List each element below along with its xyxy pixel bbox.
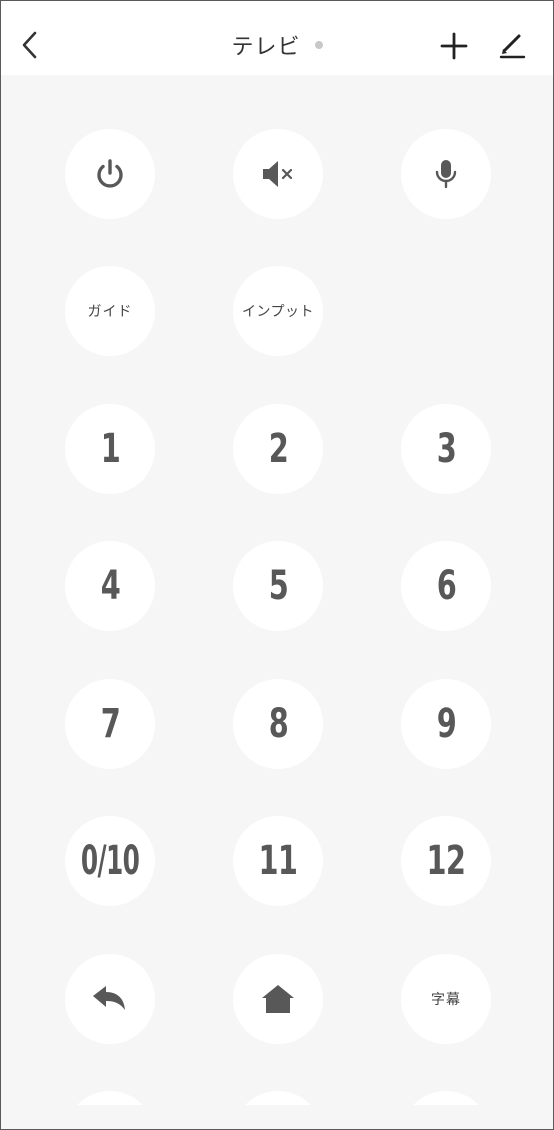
number-5-label: 5 (268, 563, 288, 609)
title-area: テレビ (1, 29, 553, 61)
home-icon (262, 985, 294, 1013)
subtitles-button[interactable]: 字幕 (401, 954, 491, 1044)
remote-keypad: ガイド インプット 1 2 3 4 5 6 7 8 9 0/10 11 12 字… (1, 75, 553, 1105)
pencil-icon (499, 34, 526, 59)
number-5-button[interactable]: 5 (233, 541, 323, 631)
app-window: テレビ ガイド インプット 1 2 3 4 5 6 7 8 9 0/10 11 … (0, 0, 554, 1130)
number-0-10-button[interactable]: 0/10 (65, 816, 155, 906)
number-3-button[interactable]: 3 (401, 404, 491, 494)
input-label: インプット (241, 304, 315, 320)
number-11-label: 11 (258, 838, 298, 884)
number-2-label: 2 (268, 426, 288, 472)
plus-icon (440, 32, 468, 60)
number-8-label: 8 (268, 701, 288, 747)
status-dot (314, 41, 323, 49)
edit-button[interactable] (497, 31, 527, 61)
number-12-button[interactable]: 12 (401, 816, 491, 906)
number-11-button[interactable]: 11 (233, 816, 323, 906)
number-9-label: 9 (436, 701, 456, 747)
number-8-button[interactable]: 8 (233, 679, 323, 769)
home-button[interactable] (233, 954, 323, 1044)
number-7-button[interactable]: 7 (65, 679, 155, 769)
partial-key-right[interactable] (401, 1091, 491, 1105)
guide-label: ガイド (87, 304, 133, 320)
partial-key-left[interactable] (65, 1091, 155, 1105)
power-button[interactable] (65, 129, 155, 219)
subtitles-label: 字幕 (431, 992, 461, 1008)
page-title: テレビ (231, 35, 301, 60)
mute-icon (263, 161, 293, 187)
partial-key-center[interactable] (233, 1091, 323, 1105)
number-6-label: 6 (436, 563, 456, 609)
add-button[interactable] (439, 31, 469, 61)
return-button[interactable] (65, 954, 155, 1044)
number-1-label: 1 (100, 426, 120, 472)
input-button[interactable]: インプット (233, 266, 323, 356)
number-6-button[interactable]: 6 (401, 541, 491, 631)
number-3-label: 3 (436, 426, 456, 472)
number-2-button[interactable]: 2 (233, 404, 323, 494)
mute-button[interactable] (233, 129, 323, 219)
number-4-button[interactable]: 4 (65, 541, 155, 631)
number-7-label: 7 (100, 701, 120, 747)
header-bar: テレビ (1, 1, 553, 75)
return-arrow-icon (93, 986, 125, 1010)
number-0-10-label: 0/10 (80, 838, 140, 884)
number-9-button[interactable]: 9 (401, 679, 491, 769)
number-12-label: 12 (426, 838, 466, 884)
number-1-button[interactable]: 1 (65, 404, 155, 494)
number-4-label: 4 (100, 563, 120, 609)
microphone-icon (435, 160, 457, 189)
guide-button[interactable]: ガイド (65, 266, 155, 356)
power-icon (97, 159, 123, 188)
microphone-button[interactable] (401, 129, 491, 219)
